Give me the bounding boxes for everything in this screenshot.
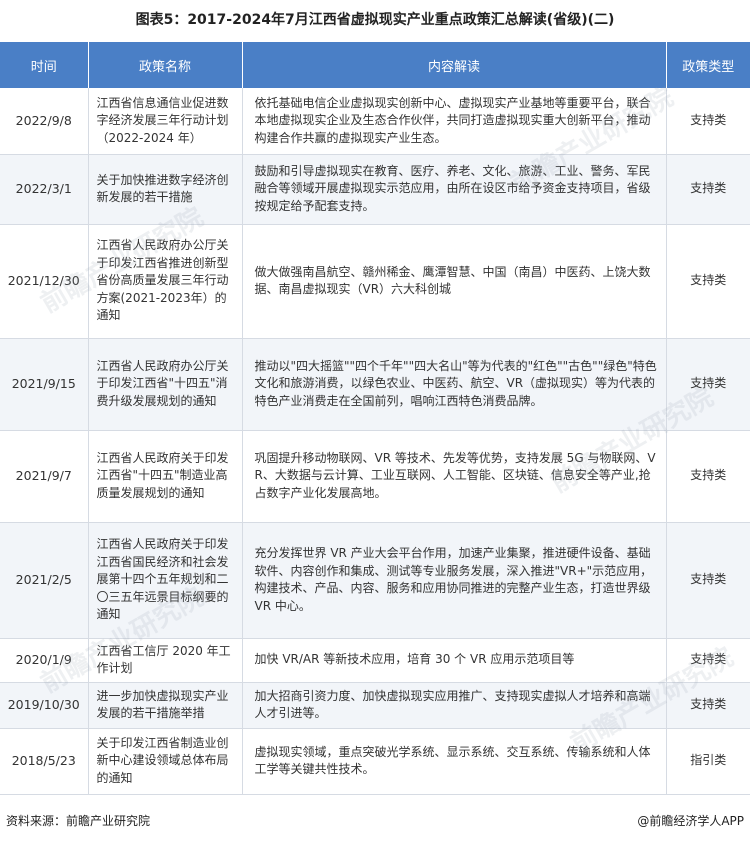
- column-header-desc: 内容解读: [242, 42, 667, 88]
- policy-type-cell: 支持类: [666, 682, 750, 729]
- policy-name-cell: 江西省工信厅 2020 年工作计划: [88, 638, 243, 683]
- credit-note: @前瞻经济学人APP: [637, 814, 744, 828]
- date-cell: 2018/5/23: [0, 728, 89, 795]
- policy-type-cell: 支持类: [666, 88, 750, 155]
- table-row: 2019/10/30 进一步加快虚拟现实产业发展的若干措施举措 加大招商引资力度、加…: [0, 682, 750, 729]
- policy-type-cell: 支持类: [666, 154, 750, 225]
- policy-name-cell: 进一步加快虚拟现实产业发展的若干措施举措: [88, 682, 243, 729]
- policy-type-cell: 指引类: [666, 728, 750, 795]
- date-cell: 2020/1/9: [0, 638, 89, 683]
- date-cell: 2022/3/1: [0, 154, 89, 225]
- description-cell: 做大做强南昌航空、赣州稀金、鹰潭智慧、中国（南昌）中医药、上饶大数据、南昌虚拟现…: [242, 224, 667, 339]
- column-header-type: 政策类型: [666, 42, 750, 88]
- table-row: 2020/1/9 江西省工信厅 2020 年工作计划 加快 VR/AR 等新技术应用…: [0, 638, 750, 683]
- table-row: 2021/12/30 江西省人民政府办公厅关于印发江西省推进创新型省份高质量发展三…: [0, 224, 750, 339]
- table-row: 2021/9/15 江西省人民政府办公厅关于印发江西省"十四五"消费升级发展规划的…: [0, 338, 750, 431]
- policy-name-cell: 江西省信息通信业促进数字经济发展三年行动计划（2022-2024 年）: [88, 88, 243, 155]
- date-cell: 2022/9/8: [0, 88, 89, 155]
- table-header-row: 时间 政策名称 内容解读 政策类型: [0, 42, 750, 88]
- column-header-name: 政策名称: [88, 42, 243, 88]
- policy-type-cell: 支持类: [666, 638, 750, 683]
- date-cell: 2021/9/7: [0, 430, 89, 523]
- policy-name-cell: 关于印发江西省制造业创新中心建设领域总体布局的通知: [88, 728, 243, 795]
- policy-type-cell: 支持类: [666, 430, 750, 523]
- table-row: 2022/9/8 江西省信息通信业促进数字经济发展三年行动计划（2022-2024…: [0, 88, 750, 155]
- description-cell: 推动以"四大摇篮""四个千年""四大名山"等为代表的"红色""古色""绿色"特色…: [242, 338, 667, 431]
- policy-type-cell: 支持类: [666, 522, 750, 639]
- policy-name-cell: 江西省人民政府关于印发江西省国民经济和社会发展第十四个五年规划和二〇三五年远景目…: [88, 522, 243, 639]
- description-cell: 加大招商引资力度、加快虚拟现实应用推广、支持现实虚拟人才培养和高端人才引进等。: [242, 682, 667, 729]
- table-row: 2021/2/5 江西省人民政府关于印发江西省国民经济和社会发展第十四个五年规划和…: [0, 522, 750, 639]
- policy-type-cell: 支持类: [666, 224, 750, 339]
- policy-name-cell: 江西省人民政府办公厅关于印发江西省"十四五"消费升级发展规划的通知: [88, 338, 243, 431]
- policy-type-cell: 支持类: [666, 338, 750, 431]
- description-cell: 充分发挥世界 VR 产业大会平台作用，加速产业集聚，推进硬件设备、基础软件、内容…: [242, 522, 667, 639]
- policy-name-cell: 江西省人民政府办公厅关于印发江西省推进创新型省份高质量发展三年行动方案(2021…: [88, 224, 243, 339]
- description-cell: 巩固提升移动物联网、VR 等技术、先发等优势，支持发展 5G 与物联网、VR、大…: [242, 430, 667, 523]
- table-row: 2022/3/1 关于加快推进数字经济创新发展的若干措施 鼓励和引导虚拟现实在教育、…: [0, 154, 750, 225]
- date-cell: 2019/10/30: [0, 682, 89, 729]
- date-cell: 2021/12/30: [0, 224, 89, 339]
- date-cell: 2021/2/5: [0, 522, 89, 639]
- table-row: 2018/5/23 关于印发江西省制造业创新中心建设领域总体布局的通知 虚拟现实领域…: [0, 728, 750, 795]
- column-header-date: 时间: [0, 42, 89, 88]
- policy-name-cell: 江西省人民政府关于印发江西省"十四五"制造业高质量发展规划的通知: [88, 430, 243, 523]
- description-cell: 加快 VR/AR 等新技术应用，培育 30 个 VR 应用示范项目等: [242, 638, 667, 683]
- source-note: 资料来源：前瞻产业研究院: [6, 814, 151, 828]
- policy-name-cell: 关于加快推进数字经济创新发展的若干措施: [88, 154, 243, 225]
- page-title: 图表5：2017-2024年7月江西省虚拟现实产业重点政策汇总解读(省级)(二): [135, 12, 615, 28]
- date-cell: 2021/9/15: [0, 338, 89, 431]
- description-cell: 依托基础电信企业虚拟现实创新中心、虚拟现实产业基地等重要平台，联合本地虚拟现实企…: [242, 88, 667, 155]
- table-row: 2021/9/7 江西省人民政府关于印发江西省"十四五"制造业高质量发展规划的通知…: [0, 430, 750, 523]
- description-cell: 虚拟现实领域，重点突破光学系统、显示系统、交互系统、传输系统和人体工学等关键共性…: [242, 728, 667, 795]
- description-cell: 鼓励和引导虚拟现实在教育、医疗、养老、文化、旅游、工业、警务、军民融合等领域开展…: [242, 154, 667, 225]
- policy-table: 时间 政策名称 内容解读 政策类型 2022/9/8 江西省信息通信业促进数字经济…: [0, 42, 750, 795]
